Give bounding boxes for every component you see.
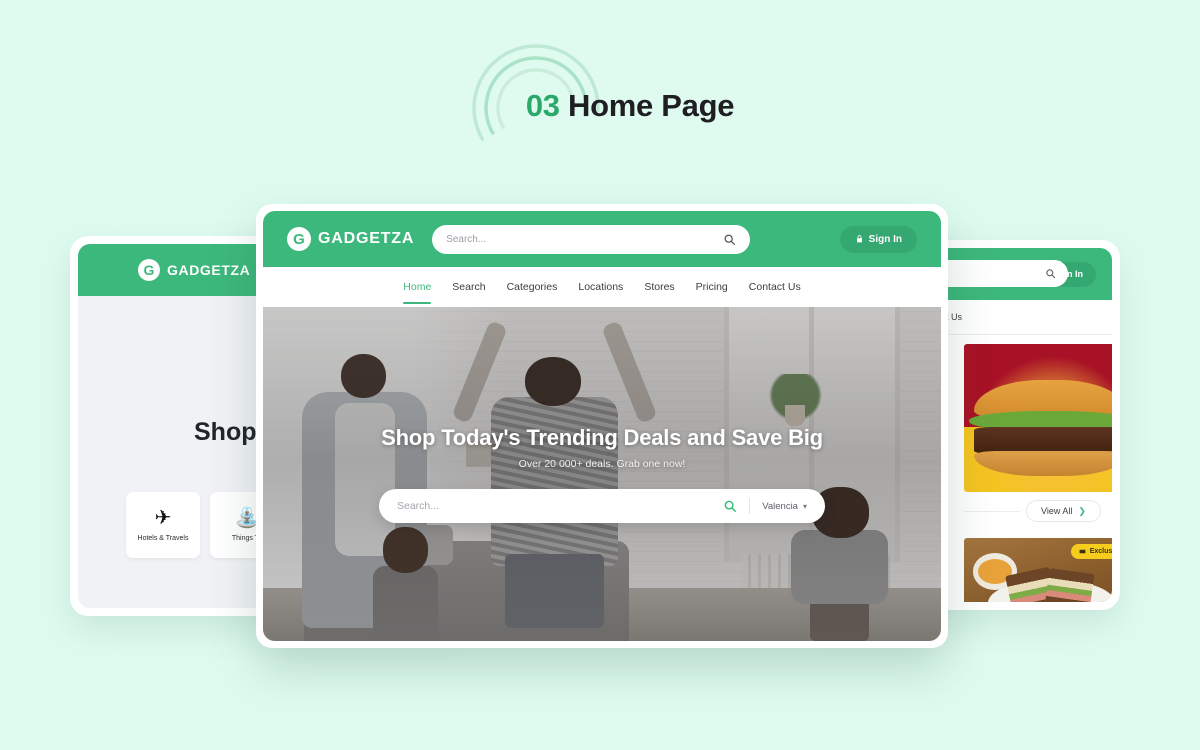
main-browser-card: G GADGETZA Search... Sign In Home Search…: [256, 204, 948, 648]
header-search-placeholder: Search...: [446, 233, 487, 245]
nav-item-categories[interactable]: Categories: [507, 281, 558, 293]
page-title-block: 03 Home Page: [0, 26, 1200, 186]
left-logo[interactable]: G GADGETZA: [138, 259, 250, 281]
hero-search-bar[interactable]: Search... Valencia ▾: [379, 489, 825, 523]
nav-item-stores[interactable]: Stores: [644, 281, 674, 293]
main-nav-bar: Home Search Categories Locations Stores …: [263, 267, 941, 307]
nav-item-pricing[interactable]: Pricing: [696, 281, 728, 293]
main-header-bar: G GADGETZA Search... Sign In: [263, 211, 941, 267]
signin-button[interactable]: Sign In: [839, 225, 917, 253]
hero-search-divider: [749, 498, 751, 514]
airplane-icon: ✈: [154, 507, 172, 529]
right-divider: [946, 334, 1112, 335]
nav-item-locations[interactable]: Locations: [578, 281, 623, 293]
logo-mark-icon: G: [138, 259, 160, 281]
hero-city-label: Valencia: [762, 500, 798, 512]
category-card-hotels-travels[interactable]: ✈ Hotels & Travels: [126, 492, 200, 558]
tag-icon: [1079, 549, 1086, 554]
hero-search-placeholder: Search...: [397, 500, 440, 512]
sandwich-piece: [1044, 567, 1094, 602]
screenshot-stage: 03 Home Page G GADGETZA Home Shop To ✈ H…: [0, 0, 1200, 750]
nav-item-search[interactable]: Search: [452, 281, 485, 293]
hero-content: Shop Today's Trending Deals and Save Big…: [263, 425, 941, 523]
category-label: Hotels & Travels: [137, 535, 189, 542]
hero-subtitle: Over 20 000+ deals. Grab one now!: [518, 458, 686, 470]
chevron-down-icon: ▾: [802, 501, 807, 511]
chevron-right-icon: ❯: [1078, 505, 1086, 516]
search-icon[interactable]: [723, 499, 737, 513]
search-icon[interactable]: [723, 233, 736, 246]
nav-item-contact-us[interactable]: Contact Us: [749, 281, 801, 293]
search-icon: [1046, 269, 1056, 279]
logo-text: GADGETZA: [318, 230, 415, 247]
main-logo[interactable]: G GADGETZA: [287, 227, 414, 251]
logo-text: GADGETZA: [167, 262, 251, 278]
burger-bun-bottom: [974, 450, 1112, 476]
logo-mark-icon: G: [287, 227, 311, 251]
page-title: 03 Home Page: [466, 88, 735, 124]
view-all-rule: [964, 511, 1020, 512]
hero-title: Shop Today's Trending Deals and Save Big: [381, 425, 823, 450]
exclusive-badge: Exclusive: [1070, 544, 1112, 559]
header-search-field[interactable]: Search...: [432, 224, 751, 254]
view-all-button[interactable]: View All ❯: [1026, 500, 1101, 522]
view-all-label: View All: [1041, 506, 1073, 516]
burger-patty: [974, 426, 1112, 454]
signin-label: Sign In: [868, 233, 902, 245]
lock-icon: [856, 235, 862, 243]
burger-product-image[interactable]: [964, 344, 1112, 492]
right-search-field[interactable]: [928, 260, 1068, 287]
right-nav-tail[interactable]: t Us: [946, 312, 962, 322]
sandwich-product-image[interactable]: Exclusive: [964, 538, 1112, 602]
page-title-label: Home Page: [568, 88, 735, 123]
exclusive-badge-label: Exclusive: [1089, 548, 1112, 555]
page-title-number: 03: [525, 88, 560, 123]
nav-item-home[interactable]: Home: [403, 281, 432, 304]
hero-city-selector[interactable]: Valencia ▾: [762, 501, 807, 512]
hero-section: Shop Today's Trending Deals and Save Big…: [263, 307, 941, 641]
main-card-inner: G GADGETZA Search... Sign In Home Search…: [263, 211, 941, 641]
